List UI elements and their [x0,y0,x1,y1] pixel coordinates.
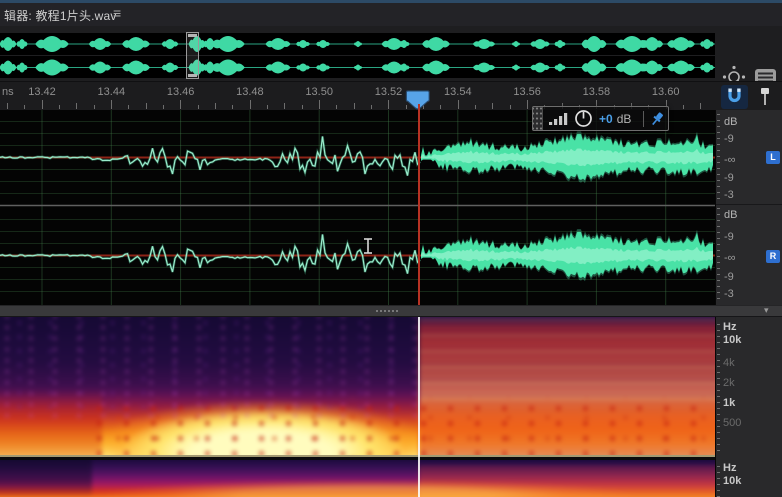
hz-unit-label: Hz [723,321,736,333]
hz-tick-label: 4k [723,357,735,369]
ruler-tick [475,105,476,109]
audition-editor-window: 辑器: 教程1片头.wav ≡ ns 13.42 13.44 13.46 13.48 1… [0,0,782,497]
ruler-tick [215,103,216,109]
clock-knob-icon[interactable] [574,109,593,128]
hud-grip-handle[interactable] [533,107,543,130]
hud-pin-icon[interactable] [648,110,666,128]
panel-menu-icon[interactable]: ≡ [113,5,121,21]
panel-splitter[interactable]: ▾ [0,305,782,317]
hz-unit-label: Hz [723,462,736,474]
ruler-tick [527,100,528,109]
ruler-tick [354,103,355,109]
ruler-tick-label: 13.54 [444,86,472,98]
ruler-tick [163,105,164,109]
ruler-tick [371,105,372,109]
ruler-tick [510,105,511,109]
channel-badge-r[interactable]: R [766,250,780,263]
ruler-tick-label: 13.50 [305,86,333,98]
ruler-tick [388,100,389,109]
ruler-tick-label: 13.48 [236,86,264,98]
db-tick-column-left [717,114,720,206]
playhead-line-spectrogram[interactable] [418,317,420,497]
file-overview-strip [0,26,782,81]
ruler-tick [146,103,147,109]
scale-divider [716,204,782,205]
ruler-tick-label: 13.44 [98,86,126,98]
volume-ramp-icon [548,111,570,126]
ruler-tick-label: 13.46 [167,86,195,98]
db-scale-label: -9 [724,271,734,283]
hz-tick-column-second [717,466,720,497]
hz-tick-column [717,324,720,452]
splitter-collapse-arrow[interactable]: ▾ [764,305,769,316]
view-range-indicator[interactable] [186,32,199,79]
overview-waveform[interactable] [0,33,715,80]
db-scale-label: dB [724,116,737,128]
ruler-tick [59,105,60,109]
ruler-tick [42,100,43,109]
hz-tick-label: 1k [723,397,735,409]
ruler-tick [336,105,337,109]
ruler-tick [492,103,493,109]
hz-tick-label: 500 [723,417,741,429]
ruler-tick-label: 13.52 [375,86,403,98]
splitter-grip-dots[interactable] [376,310,398,312]
db-scale-label: -∞ [724,252,736,264]
ruler-tick [302,105,303,109]
ruler-tick [7,103,8,109]
ruler-tick [319,100,320,109]
hz-tick-label: 10k [723,334,741,346]
ruler-tick [24,105,25,109]
db-scale-label: -3 [724,189,734,201]
db-scale-label: -9 [724,172,734,184]
ruler-tick [94,105,95,109]
db-scale-label: -9 [724,133,734,145]
snap-magnet-icon [721,85,748,109]
editor-panel-titlebar: 辑器: 教程1片头.wav ≡ [0,3,782,26]
ruler-tick-label: 13.56 [513,86,541,98]
ruler-tick [700,103,701,109]
hud-gain-unit: dB [617,112,632,126]
db-tick-column-right [717,208,720,302]
ruler-tick [198,105,199,109]
ruler-tick [267,105,268,109]
i-beam-cursor [362,237,374,255]
channel-badge-l[interactable]: L [766,151,780,164]
hud-gain-value[interactable]: +0 [599,112,613,126]
ruler-tick [440,105,441,109]
ruler-tick [250,100,251,109]
ruler-tick [128,105,129,109]
spectrogram-gap [0,457,715,460]
db-scale-label: -∞ [724,154,736,166]
ruler-tick-label: 13.60 [652,86,680,98]
scale-sidebar: dB-9-∞-9-3dB-9-∞-9-3 L R Hz10k4k2k1k500 … [715,110,782,497]
hud-gain-panel[interactable]: +0 dB [532,106,669,131]
playhead-line-waveform[interactable] [418,104,420,305]
hud-separator [643,111,644,127]
ruler-tick [458,100,459,109]
db-scale-label: -3 [724,288,734,300]
spectrogram-right-channel[interactable] [0,460,715,497]
waveform-display[interactable] [0,110,715,305]
hz-tick-label: 2k [723,377,735,389]
db-scale-label: dB [724,209,737,221]
ruler-tick [284,103,285,109]
spectrogram-left-channel[interactable] [0,317,715,455]
hz-tick-label: 10k [723,475,741,487]
ruler-tick [180,100,181,109]
panel-title: 辑器: 教程1片头.wav [4,7,117,24]
ruler-tick-label: 13.42 [28,86,56,98]
ruler-unit-label: ns [2,86,14,98]
db-scale-label: -9 [724,231,734,243]
ruler-tick [76,103,77,109]
ruler-tick [232,105,233,109]
marker-tool-icon[interactable] [757,87,773,108]
ruler-tick [111,100,112,109]
snap-magnet-button[interactable] [721,85,748,109]
ruler-tick-label: 13.58 [583,86,611,98]
ruler-tick [683,105,684,109]
